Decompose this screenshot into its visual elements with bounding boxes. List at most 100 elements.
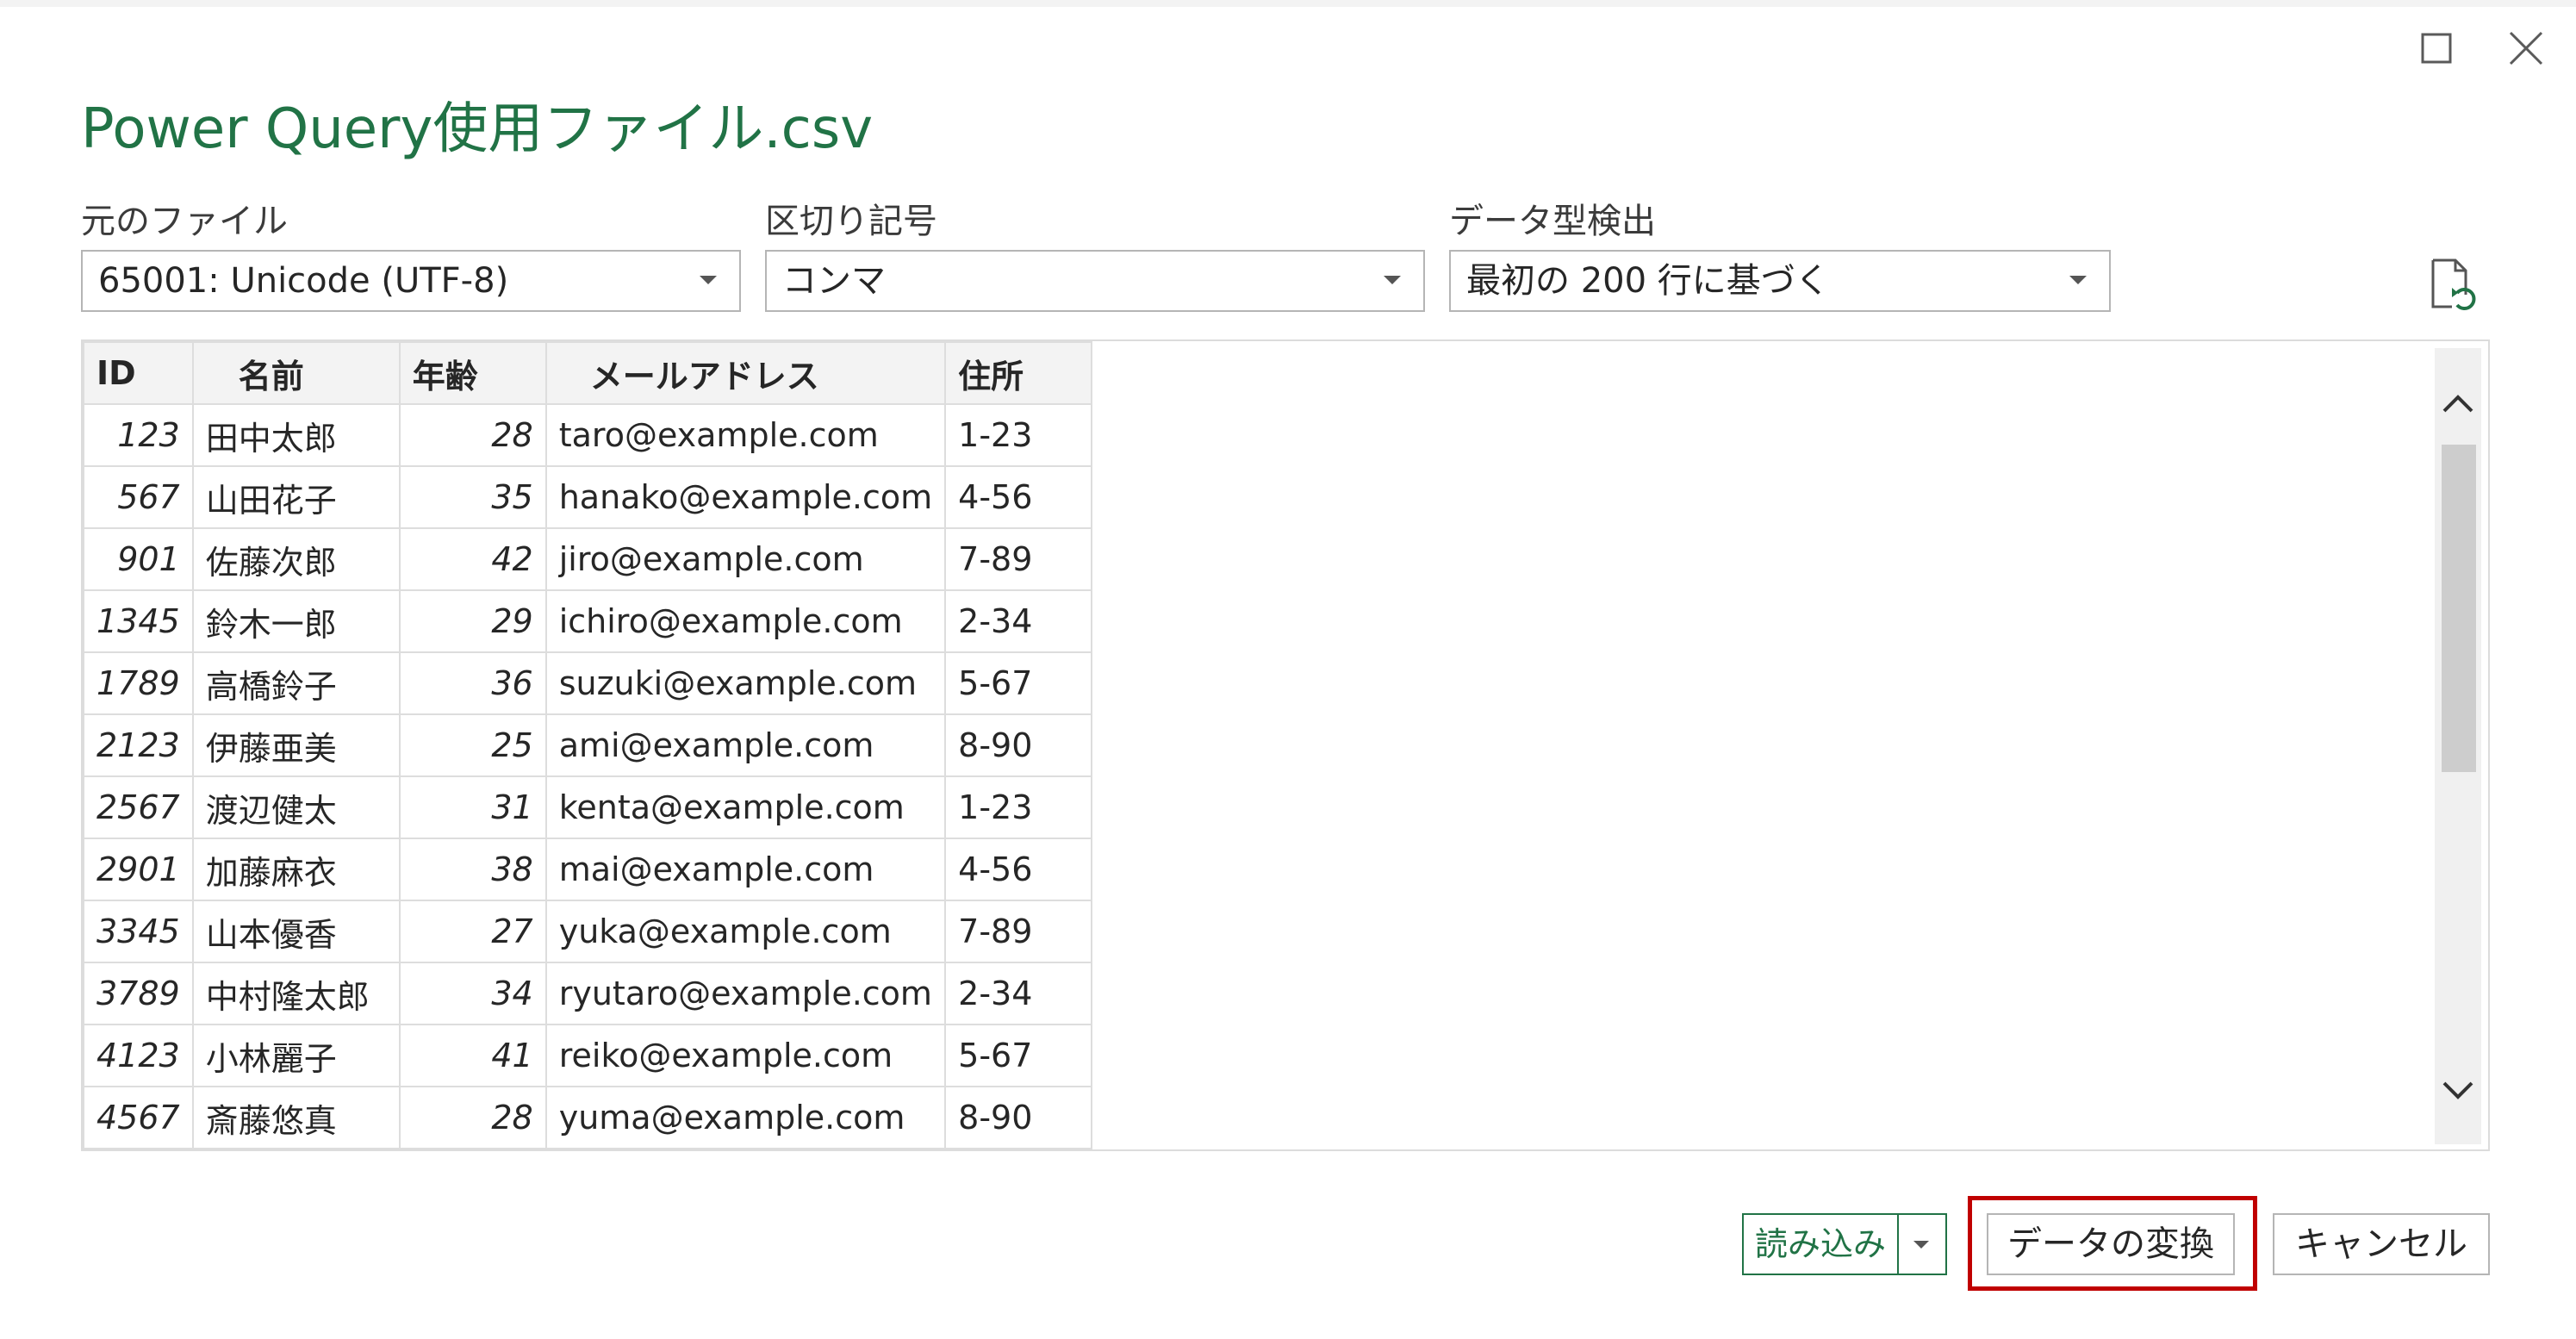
cell-name: 田中太郎 [191,403,401,467]
cell-age: 25 [398,713,547,777]
cell-address: 4-56 [944,838,1093,901]
cell-id: 3345 [83,900,194,963]
cell-email: kenta@example.com [544,775,947,839]
refresh-preview-button[interactable] [2426,257,2478,312]
cell-age: 29 [398,589,547,653]
cell-name: 山田花子 [191,465,401,529]
cell-address: 2-34 [944,589,1093,653]
vertical-scrollbar[interactable] [2435,348,2481,1144]
cell-email: yuka@example.com [544,900,947,963]
dialog-title: Power Query使用ファイル.csv [81,97,874,161]
chevron-up-icon [2442,395,2473,413]
cell-address: 1-23 [944,775,1093,839]
preview-table: ID 名前 年齢 メールアドレス 住所 123 田中太郎 28 taro@exampl… [83,341,1093,1149]
table-row: 4567 斎藤悠真 28 yuma@example.com 8-90 [83,1086,1093,1149]
scrollbar-thumb[interactable] [2442,445,2476,772]
cell-age: 28 [398,403,547,467]
table-row: 567 山田花子 35 hanako@example.com 4-56 [83,465,1093,529]
cell-address: 4-56 [944,465,1093,529]
maximize-button[interactable] [2409,21,2464,76]
delimiter-select[interactable]: コンマ [765,250,1425,312]
cell-id: 4567 [83,1086,194,1149]
cell-email: ami@example.com [544,713,947,777]
table-row: 1345 鈴木一郎 29 ichiro@example.com 2-34 [83,589,1093,653]
type-detection-label: データ型検出 [1449,202,1656,241]
maximize-icon [2421,33,2452,64]
load-options-dropdown[interactable] [1899,1215,1945,1274]
cell-age: 36 [398,651,547,715]
table-row: 2901 加藤麻衣 38 mai@example.com 4-56 [83,838,1093,901]
cell-age: 31 [398,775,547,839]
cell-email: hanako@example.com [544,465,947,529]
cell-age: 34 [398,962,547,1025]
cell-email: yuma@example.com [544,1086,947,1149]
cell-address: 8-90 [944,713,1093,777]
cell-address: 7-89 [944,900,1093,963]
column-header-id[interactable]: ID [83,341,194,405]
cancel-button[interactable]: キャンセル [2273,1213,2490,1275]
delimiter-value: コンマ [782,261,886,301]
cell-age: 41 [398,1024,547,1087]
column-header-address[interactable]: 住所 [944,341,1093,405]
chevron-down-icon [2069,276,2087,284]
cell-address: 8-90 [944,1086,1093,1149]
cell-id: 2123 [83,713,194,777]
cell-age: 28 [398,1086,547,1149]
delimiter-label: 区切り記号 [765,202,937,241]
cell-email: reiko@example.com [544,1024,947,1087]
cell-age: 27 [398,900,547,963]
type-detection-select[interactable]: 最初の 200 行に基づく [1449,250,2111,312]
cell-id: 1345 [83,589,194,653]
cell-id: 4123 [83,1024,194,1087]
cell-id: 901 [83,527,194,591]
refresh-file-icon [2431,258,2476,310]
file-origin-label: 元のファイル [81,202,288,241]
load-button[interactable]: 読み込み [1744,1215,1897,1274]
table-row: 1789 高橋鈴子 36 suzuki@example.com 5-67 [83,651,1093,715]
table-row: 2123 伊藤亜美 25 ami@example.com 8-90 [83,713,1093,777]
cell-age: 42 [398,527,547,591]
table-row: 4123 小林麗子 41 reiko@example.com 5-67 [83,1024,1093,1087]
cell-name: 高橋鈴子 [191,651,401,715]
close-button[interactable] [2498,21,2554,76]
cell-name: 斎藤悠真 [191,1086,401,1149]
cell-name: 中村隆太郎 [191,962,401,1025]
cell-name: 伊藤亜美 [191,713,401,777]
cell-address: 1-23 [944,403,1093,467]
column-header-age[interactable]: 年齢 [398,341,547,405]
cell-email: taro@example.com [544,403,947,467]
cell-email: mai@example.com [544,838,947,901]
cell-email: jiro@example.com [544,527,947,591]
cell-id: 567 [83,465,194,529]
scroll-down-button[interactable] [2435,1067,2481,1113]
chevron-down-icon [2442,1081,2473,1099]
file-origin-select[interactable]: 65001: Unicode (UTF-8) [81,250,741,312]
cell-name: 山本優香 [191,900,401,963]
table-row: 3345 山本優香 27 yuka@example.com 7-89 [83,900,1093,963]
cell-email: ichiro@example.com [544,589,947,653]
chevron-down-icon [1913,1241,1929,1249]
cell-id: 123 [83,403,194,467]
close-icon [2509,31,2543,65]
table-header-row: ID 名前 年齢 メールアドレス 住所 [83,341,1093,405]
column-header-email[interactable]: メールアドレス [544,341,947,405]
file-origin-value: 65001: Unicode (UTF-8) [98,261,509,301]
chevron-down-icon [1384,276,1401,284]
scroll-up-button[interactable] [2435,381,2481,427]
cell-email: ryutaro@example.com [544,962,947,1025]
cell-address: 2-34 [944,962,1093,1025]
csv-import-dialog: Power Query使用ファイル.csv 元のファイル 65001: Unic… [0,7,2576,1339]
cell-email: suzuki@example.com [544,651,947,715]
data-preview-pane[interactable]: ID 名前 年齢 メールアドレス 住所 123 田中太郎 28 taro@exampl… [81,339,2490,1151]
cell-name: 渡辺健太 [191,775,401,839]
cell-address: 7-89 [944,527,1093,591]
table-row: 2567 渡辺健太 31 kenta@example.com 1-23 [83,775,1093,839]
cell-id: 2901 [83,838,194,901]
column-header-name[interactable]: 名前 [191,341,401,405]
cell-age: 35 [398,465,547,529]
table-row: 123 田中太郎 28 taro@example.com 1-23 [83,403,1093,467]
highlight-box [1968,1196,2257,1291]
cell-name: 鈴木一郎 [191,589,401,653]
chevron-down-icon [700,276,717,284]
type-detection-value: 最初の 200 行に基づく [1466,261,1830,301]
